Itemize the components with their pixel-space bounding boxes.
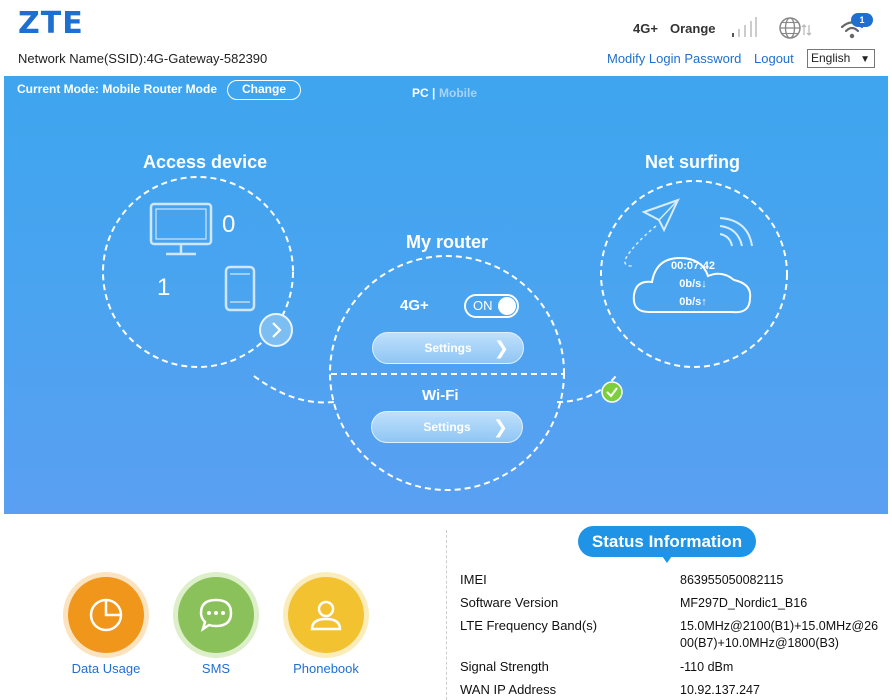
pc-view-link[interactable]: PC |: [412, 86, 435, 100]
paper-plane-icon: [624, 198, 680, 267]
user-icon: [310, 600, 342, 631]
logout-link[interactable]: Logout: [754, 51, 794, 66]
monitor-icon: [149, 202, 213, 256]
mobile-phone-icon: [224, 265, 256, 312]
mobile-settings-label: Settings: [424, 341, 472, 355]
language-select[interactable]: English ▼: [807, 49, 875, 68]
status-information-title: Status Information: [578, 526, 756, 563]
phonebook-button[interactable]: [288, 577, 364, 653]
access-router-connector: [253, 375, 335, 404]
upload-rate: 0b/s↑: [679, 296, 707, 308]
my-router-title: My router: [406, 232, 489, 252]
signal-strength-icon: [732, 17, 757, 37]
chat-bubble-icon: [199, 598, 233, 632]
lte-band-label: LTE Frequency Band(s): [460, 618, 598, 633]
wireless-device-count: 1: [157, 274, 171, 301]
current-mode-label: Current Mode: Mobile Router Mode: [17, 82, 217, 96]
signal-strength-label: Signal Strength: [460, 659, 549, 674]
mobile-data-toggle[interactable]: ON: [464, 294, 519, 318]
section-divider: [446, 530, 447, 700]
connected-check-icon: [601, 381, 623, 403]
imei-value: 863955050082115: [680, 573, 784, 587]
mobile-view-link[interactable]: Mobile: [439, 86, 477, 100]
wan-ip-label: WAN IP Address: [460, 682, 557, 697]
wired-device-count: 0: [222, 211, 236, 238]
download-rate: 0b/s↓: [679, 278, 707, 290]
topology-graphic: [102, 176, 788, 491]
software-version-value: MF297D_Nordic1_B16: [680, 596, 808, 610]
toggle-knob: [498, 297, 516, 315]
header: ZTE Network Name(SSID):4G-Gateway-582390…: [0, 0, 892, 76]
wifi-settings-button[interactable]: Settings ❯: [371, 411, 523, 443]
wifi-title: Wi-Fi: [422, 387, 459, 404]
chevron-right-icon: ❯: [493, 338, 509, 358]
chevron-right-icon: [259, 313, 293, 347]
change-mode-button[interactable]: Change: [227, 80, 301, 100]
operator-name: Orange: [670, 21, 716, 36]
bottom-section: Data Usage SMS Phonebook Status Informat…: [0, 514, 892, 700]
internet-globe-icon: [779, 17, 812, 39]
pie-chart-icon: [89, 598, 123, 632]
net-surfing-circle: [600, 180, 788, 368]
lte-band-value: 15.0MHz@2100(B1)+15.0MHz@2600(B7)+10.0MH…: [680, 619, 879, 650]
wifi-client-badge: 1: [851, 13, 873, 27]
data-usage-label[interactable]: Data Usage: [51, 661, 161, 676]
connection-duration: 00:07:42: [670, 260, 716, 272]
signal-waves-icon: [719, 217, 753, 247]
sms-button[interactable]: [178, 577, 254, 653]
signal-strength-value: -110 dBm: [680, 660, 734, 674]
access-device-arrow-button[interactable]: [258, 312, 294, 348]
pointer-triangle: [662, 556, 672, 563]
network-topology-panel: Current Mode: Mobile Router Mode Change …: [4, 76, 888, 514]
access-device-title: Access device: [143, 152, 268, 172]
modify-password-link[interactable]: Modify Login Password: [607, 51, 741, 66]
mobile-data-label: 4G+: [400, 297, 429, 314]
wan-ip-value: 10.92.137.247: [680, 683, 760, 697]
toggle-state: ON: [473, 298, 493, 313]
net-surfing-title: Net surfing: [645, 152, 741, 172]
imei-label: IMEI: [460, 572, 487, 587]
chevron-down-icon: ▼: [860, 54, 870, 65]
zte-logo: ZTE: [18, 6, 84, 41]
language-value: English: [811, 51, 851, 65]
status-title-text: Status Information: [591, 532, 743, 551]
phonebook-label[interactable]: Phonebook: [271, 661, 381, 676]
network-type: 4G+: [633, 21, 658, 36]
wifi-settings-label: Settings: [423, 420, 471, 434]
sms-label[interactable]: SMS: [161, 661, 271, 676]
data-usage-button[interactable]: [68, 577, 144, 653]
chevron-right-icon: ❯: [492, 417, 508, 437]
ssid-label: Network Name(SSID):4G-Gateway-582390: [18, 51, 268, 66]
software-version-label: Software Version: [460, 595, 559, 610]
mobile-settings-button[interactable]: Settings ❯: [372, 332, 524, 364]
